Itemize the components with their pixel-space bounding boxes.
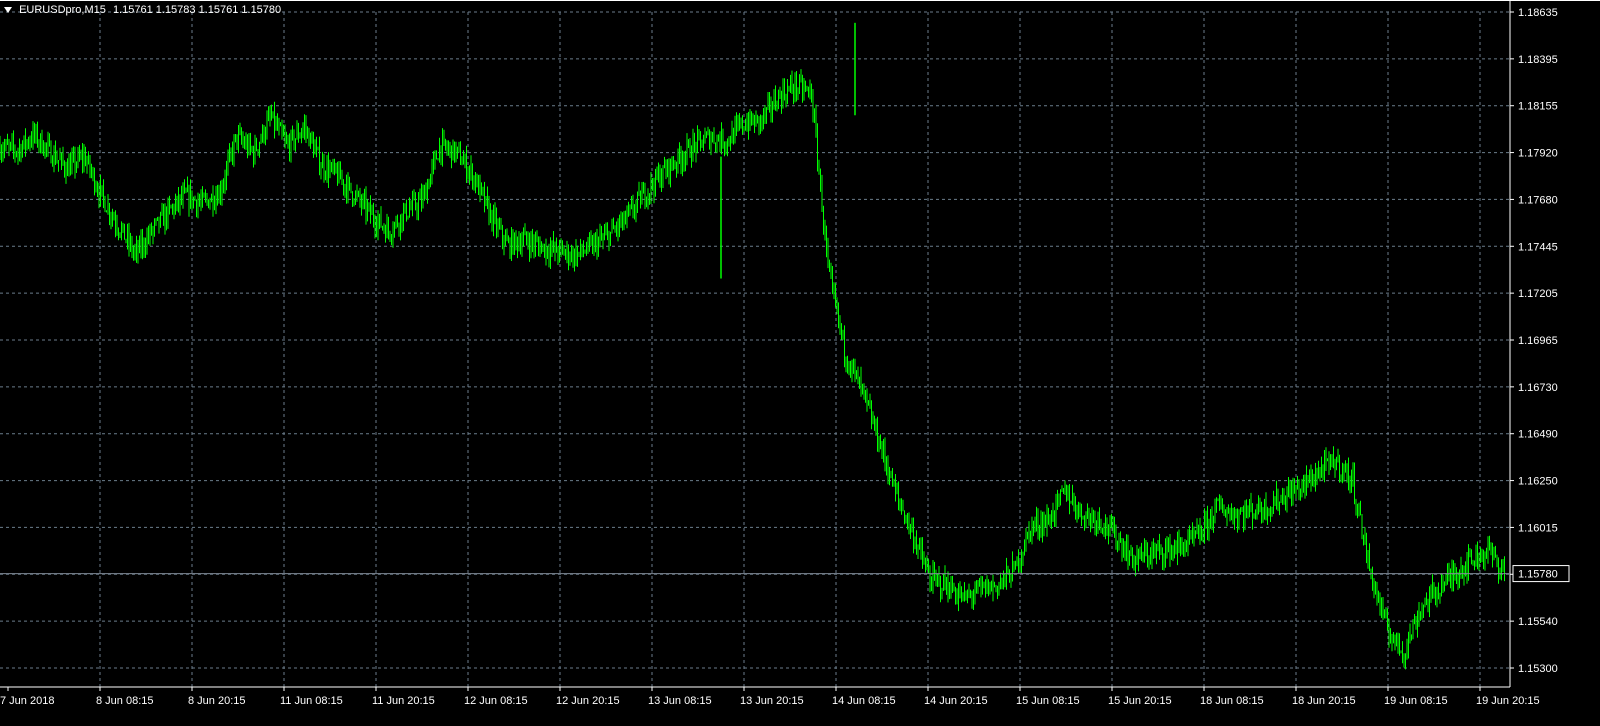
- y-tick-label: 1.16015: [1518, 522, 1558, 534]
- chart-header: EURUSDpro,M15 1.15761 1.15783 1.15761 1.…: [4, 4, 281, 16]
- x-tick-label: 11 Jun 20:15: [372, 695, 435, 707]
- y-tick-label: 1.17920: [1518, 148, 1558, 160]
- dropdown-triangle-icon[interactable]: [4, 7, 12, 14]
- x-tick-label: 14 Jun 08:15: [832, 695, 896, 707]
- ohlc-values: 1.15761 1.15783 1.15761 1.15780: [112, 4, 282, 17]
- price-chart[interactable]: 1.18635 1.18395 1.18155 1.17920 1.17680 1.174…: [0, 0, 1600, 726]
- x-tick-label: 19 Jun 20:15: [1476, 695, 1540, 707]
- x-tick-label: 15 Jun 08:15: [1016, 695, 1080, 707]
- y-tick-label: 1.17680: [1518, 194, 1558, 206]
- x-tick-label: 13 Jun 08:15: [648, 695, 712, 707]
- time-axis-labels: 7 Jun 2018 8 Jun 08:15 8 Jun 20:15 11 Jun 0…: [0, 695, 1540, 707]
- y-tick-label: 1.18155: [1518, 101, 1558, 113]
- x-tick-label: 11 Jun 08:15: [280, 695, 343, 707]
- y-tick-label: 1.16250: [1518, 476, 1558, 488]
- x-tick-label: 15 Jun 20:15: [1108, 695, 1172, 707]
- x-tick-label: 13 Jun 20:15: [740, 695, 804, 707]
- y-tick-label: 1.16490: [1518, 429, 1558, 441]
- x-tick-label: 8 Jun 20:15: [188, 695, 246, 707]
- x-tick-label: 14 Jun 20:15: [924, 695, 988, 707]
- y-tick-label: 1.15300: [1518, 663, 1558, 675]
- symbol-timeframe: EURUSDpro,M15: [19, 4, 106, 17]
- y-tick-label: 1.17205: [1518, 288, 1558, 300]
- x-tick-label: 7 Jun 2018: [0, 695, 54, 707]
- y-tick-label: 1.17445: [1518, 241, 1558, 253]
- current-price-label: 1.15780: [1518, 569, 1558, 581]
- x-tick-label: 19 Jun 08:15: [1384, 695, 1448, 707]
- y-tick-label: 1.16730: [1518, 382, 1558, 394]
- x-tick-label: 12 Jun 08:15: [464, 695, 528, 707]
- y-tick-label: 1.18635: [1518, 7, 1558, 19]
- chart-background: [0, 0, 1600, 726]
- x-tick-label: 18 Jun 08:15: [1200, 695, 1264, 707]
- x-tick-label: 12 Jun 20:15: [556, 695, 620, 707]
- x-tick-label: 8 Jun 08:15: [96, 695, 154, 707]
- y-tick-label: 1.18395: [1518, 54, 1558, 66]
- y-tick-label: 1.15540: [1518, 616, 1558, 628]
- x-tick-label: 18 Jun 20:15: [1292, 695, 1356, 707]
- y-tick-label: 1.16965: [1518, 335, 1558, 347]
